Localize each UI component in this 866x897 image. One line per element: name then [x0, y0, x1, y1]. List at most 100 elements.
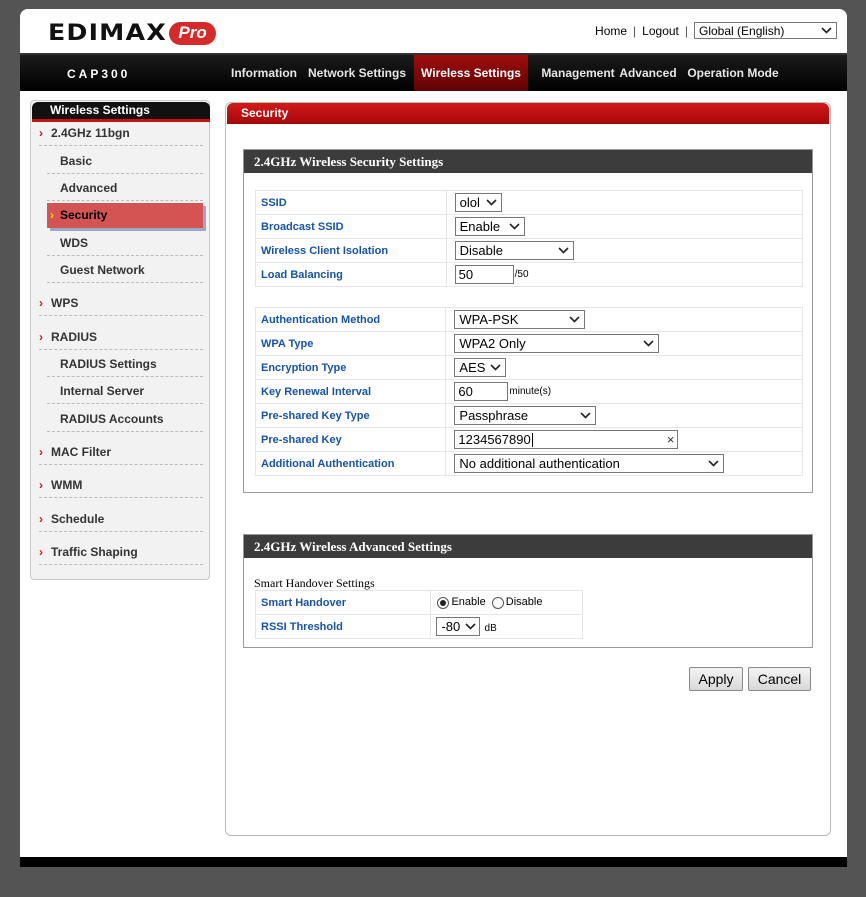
table-row: Additional Authentication No additional …	[254, 451, 803, 476]
chevron-right-icon: ›	[39, 445, 43, 459]
broadcast-ssid-select[interactable]: Enable	[454, 217, 525, 236]
key-renewal-input[interactable]: 60	[454, 382, 509, 401]
sidebar-title: Wireless Settings	[32, 102, 210, 122]
sidebar-item-label: Traffic Shaping	[51, 545, 138, 559]
sidebar-item-guest-network[interactable]: Guest Network	[47, 258, 203, 283]
chevron-right-icon: ›	[50, 208, 54, 222]
chevron-down-icon	[579, 409, 592, 422]
rssi-unit: dB	[484, 622, 497, 634]
chevron-down-icon	[642, 337, 655, 350]
sidebar-item-label: Security	[60, 208, 108, 222]
ssid-select[interactable]: olol	[454, 193, 502, 212]
key-renewal-suffix: minute(s)	[509, 386, 552, 397]
chevron-down-icon	[485, 196, 498, 209]
chevron-right-icon: ›	[39, 512, 43, 526]
wpa-type-select[interactable]: WPA2 Only	[454, 334, 660, 353]
link-separator: |	[684, 23, 688, 38]
sidebar-item-wmm[interactable]: › WMM	[39, 473, 203, 498]
psk-type-value: Passphrase	[459, 408, 529, 423]
sidebar-item-advanced[interactable]: Advanced	[47, 176, 203, 201]
encryption-type-select[interactable]: AES	[454, 358, 507, 377]
psk-type-select[interactable]: Passphrase	[454, 406, 597, 425]
header: EDIMAX Pro Home | Logout | Global (Engli…	[20, 9, 847, 53]
psk-label: Pre-shared Key	[254, 427, 447, 452]
chevron-right-icon: ›	[39, 330, 43, 344]
sidebar-item-security[interactable]: › Security	[47, 203, 203, 228]
auth-settings-table: Authentication Method WPA-PSK WPA Type W…	[254, 307, 803, 476]
apply-button[interactable]: Apply	[689, 667, 743, 691]
rssi-threshold-select[interactable]: -80	[436, 617, 481, 636]
table-row: Pre-shared Key 1234567890 ×	[254, 427, 803, 452]
table-row: Key Renewal Interval 60 minute(s)	[254, 379, 803, 404]
sidebar-item-label: WMM	[51, 478, 83, 492]
additional-auth-label: Additional Authentication	[254, 451, 447, 476]
cancel-button[interactable]: Cancel	[748, 667, 811, 691]
nav-operation-mode[interactable]: Operation Mode	[683, 55, 783, 91]
smart-handover-enable-radio[interactable]	[437, 596, 450, 609]
home-link[interactable]: Home	[595, 24, 627, 38]
key-renewal-label: Key Renewal Interval	[254, 379, 447, 404]
sidebar-item-traffic-shaping[interactable]: › Traffic Shaping	[39, 540, 203, 565]
table-row: Broadcast SSID Enable	[255, 214, 804, 239]
app-frame: EDIMAX Pro Home | Logout | Global (Engli…	[20, 9, 847, 867]
load-balancing-label: Load Balancing	[255, 262, 447, 287]
sidebar-item-mac-filter[interactable]: › MAC Filter	[39, 440, 203, 465]
additional-auth-value: No additional authentication	[459, 456, 620, 471]
sidebar-item-radius-settings[interactable]: RADIUS Settings	[47, 352, 203, 377]
top-links: Home | Logout | Global (English)	[595, 22, 837, 39]
chevron-right-icon: ›	[39, 296, 43, 310]
security-section-title: 2.4GHz Wireless Security Settings	[244, 150, 812, 173]
smart-handover-subtitle: Smart Handover Settings	[254, 576, 375, 590]
sidebar-item-radius[interactable]: › RADIUS	[39, 325, 203, 350]
sidebar-item-label: Schedule	[51, 512, 105, 526]
logout-link[interactable]: Logout	[642, 24, 679, 38]
model-name: CAP300	[67, 67, 131, 81]
table-row: Encryption Type AES	[254, 355, 803, 380]
table-row: Smart Handover Enable Disable	[254, 590, 583, 615]
table-row: Wireless Client Isolation Disable	[255, 238, 804, 263]
nav-network-settings[interactable]: Network Settings	[305, 55, 409, 91]
sidebar-item-wds[interactable]: WDS	[47, 231, 203, 256]
table-row: RSSI Threshold -80 dB	[254, 614, 583, 639]
smart-handover-label: Smart Handover	[254, 590, 432, 615]
sidebar-item-label: 2.4GHz 11bgn	[51, 126, 130, 140]
basic-security-table: SSID olol Broadcast SSID Enable Wireless…	[255, 190, 804, 287]
sidebar-item-internal-server[interactable]: Internal Server	[47, 379, 203, 404]
nav-information[interactable]: Information	[223, 55, 305, 91]
enable-option-label: Enable	[451, 596, 486, 609]
chevron-down-icon	[557, 244, 570, 257]
sidebar-item-wps[interactable]: › WPS	[39, 291, 203, 316]
sidebar-item-24ghz[interactable]: › 2.4GHz 11bgn	[39, 121, 203, 146]
chevron-down-icon	[568, 313, 581, 326]
smart-handover-table: Smart Handover Enable Disable RSSI Thres…	[254, 590, 583, 639]
encryption-type-value: AES	[459, 360, 486, 375]
sidebar-item-schedule[interactable]: › Schedule	[39, 507, 203, 532]
client-isolation-select[interactable]: Disable	[454, 241, 574, 260]
chevron-down-icon	[707, 457, 720, 470]
broadcast-ssid-label: Broadcast SSID	[255, 214, 447, 239]
sidebar-item-basic[interactable]: Basic	[47, 149, 203, 174]
logo-text: EDIMAX	[48, 20, 167, 46]
auth-method-select[interactable]: WPA-PSK	[454, 310, 586, 329]
advanced-settings-section: 2.4GHz Wireless Advanced Settings Smart …	[243, 534, 813, 648]
wpa-type-label: WPA Type	[254, 331, 447, 356]
sidebar-item-radius-accounts[interactable]: RADIUS Accounts	[47, 407, 203, 432]
nav-wireless-settings[interactable]: Wireless Settings	[414, 55, 528, 91]
chevron-down-icon	[464, 620, 476, 633]
load-balancing-input[interactable]: 50	[454, 265, 514, 284]
language-select[interactable]: Global (English)	[694, 22, 837, 39]
additional-auth-select[interactable]: No additional authentication	[454, 454, 725, 473]
table-row: Load Balancing 50/50	[255, 262, 804, 287]
psk-input[interactable]: 1234567890 ×	[454, 430, 679, 449]
nav-management[interactable]: Management	[531, 55, 625, 91]
language-select-value: Global (English)	[699, 23, 785, 38]
load-balancing-suffix: /50	[514, 269, 529, 280]
page-title: Security	[227, 103, 829, 124]
table-row: WPA Type WPA2 Only	[254, 331, 803, 356]
smart-handover-disable-radio[interactable]	[491, 596, 504, 609]
client-isolation-label: Wireless Client Isolation	[255, 238, 447, 263]
ssid-label: SSID	[255, 190, 447, 215]
clear-icon[interactable]: ×	[667, 432, 675, 447]
nav-advanced[interactable]: Advanced	[615, 55, 681, 91]
auth-method-value: WPA-PSK	[459, 312, 519, 327]
